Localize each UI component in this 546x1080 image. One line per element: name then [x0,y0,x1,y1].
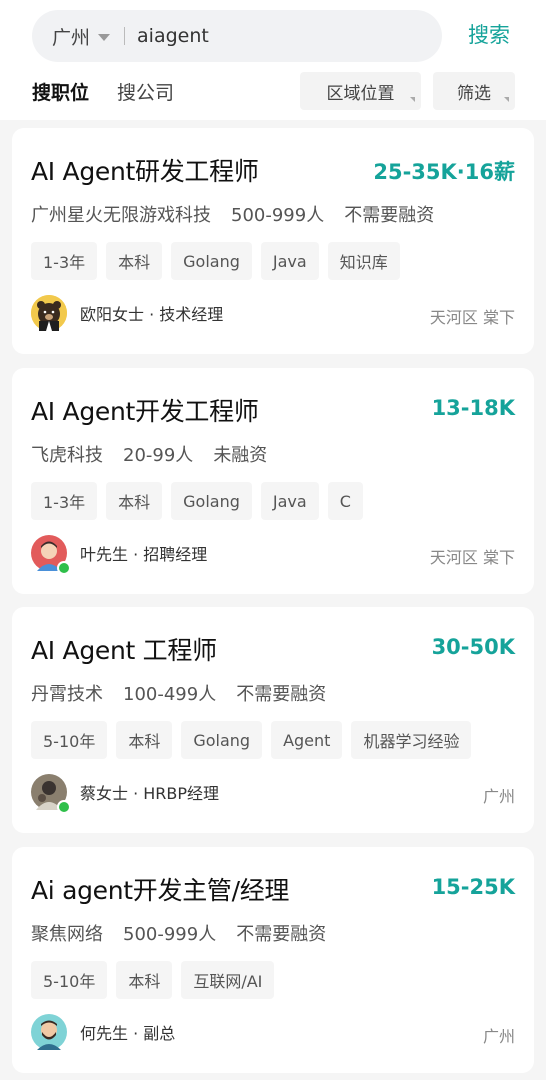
company-info: 聚焦网络 500-999人 不需要融资 [31,920,326,946]
company-name: 丹霄技术 [31,684,103,705]
company-funding: 不需要融资 [236,924,327,945]
job-location: 广州 [482,1027,515,1046]
corner-arrow-icon [504,97,509,102]
job-tag: Golang [171,242,252,280]
person-avatar-icon [31,535,71,575]
recruiter: 叶先生 · 招聘经理 [31,535,208,575]
city-selector[interactable]: 广州 [52,23,90,50]
company-size: 100-499人 [123,684,217,705]
job-salary: 15-25K [431,875,515,899]
search-tabs: 搜职位 搜公司 [32,78,174,105]
job-tag: Agent [271,721,343,759]
company-size: 500-999人 [231,205,325,226]
company-size: 20-99人 [123,445,194,466]
company-info: 丹霄技术 100-499人 不需要融资 [31,680,326,706]
filter-button[interactable]: 筛选 [433,72,515,110]
tab-positions[interactable]: 搜职位 [32,78,89,105]
company-funding: 未融资 [213,445,268,466]
job-tags: 5-10年 本科 Golang Agent 机器学习经验 [31,721,480,759]
company-funding: 不需要融资 [344,205,435,226]
recruiter-name: 叶先生 · 招聘经理 [80,545,208,564]
job-tag: 5-10年 [31,961,108,999]
job-card[interactable]: Ai agent开发主管/经理 15-25K 聚焦网络 500-999人 不需要融资… [12,847,534,1073]
company-funding: 不需要融资 [236,684,327,705]
job-tag: Golang [171,482,252,520]
job-tag: 本科 [116,961,173,999]
job-salary: 13-18K [431,396,515,420]
online-status-icon [57,800,71,814]
header: 广州 aiagent 搜索 搜职位 搜公司 区域位置 筛选 [0,0,546,120]
job-tag: 知识库 [327,242,400,280]
job-salary: 25-35K·16薪 [373,160,515,184]
company-name: 广州星火无限游戏科技 [31,205,211,226]
company-name: 飞虎科技 [31,445,103,466]
job-tag: 机器学习经验 [351,721,472,759]
search-divider [124,27,126,45]
corner-arrow-icon [410,97,415,102]
job-tag: 1-3年 [31,482,98,520]
job-title: AI Agent 工程师 [31,636,217,665]
tab-companies[interactable]: 搜公司 [117,78,174,105]
job-location: 天河区 棠下 [429,308,515,327]
photo-avatar-icon [31,774,71,814]
job-card[interactable]: AI Agent研发工程师 25-35K·16薪 广州星火无限游戏科技 500-9… [12,128,534,354]
area-filter-button[interactable]: 区域位置 [300,72,421,110]
search-button[interactable]: 搜索 [468,19,510,49]
job-title: AI Agent开发工程师 [31,397,259,426]
job-tag: 本科 [106,482,163,520]
job-location: 天河区 棠下 [429,548,515,567]
chevron-down-icon[interactable] [98,33,111,41]
search-input[interactable]: aiagent [137,25,209,47]
company-size: 500-999人 [123,924,217,945]
area-filter-label: 区域位置 [326,83,395,104]
job-title: AI Agent研发工程师 [31,157,259,186]
search-box[interactable]: 广州 aiagent [32,10,442,62]
company-name: 聚焦网络 [31,924,103,945]
job-tag: 本科 [106,242,163,280]
job-tag: Java [260,482,319,520]
job-location: 广州 [482,787,515,806]
job-salary: 30-50K [431,635,515,659]
job-tag: Golang [181,721,263,759]
job-tag: 互联网/AI [181,961,275,999]
job-tag: 本科 [116,721,173,759]
recruiter: 何先生 · 副总 [31,1014,175,1050]
recruiter-name: 何先生 · 副总 [80,1024,176,1043]
company-info: 广州星火无限游戏科技 500-999人 不需要融资 [31,201,434,227]
bearded-avatar-icon [31,1014,67,1050]
job-card[interactable]: AI Agent开发工程师 13-18K 飞虎科技 20-99人 未融资 1-3年 … [12,368,534,594]
recruiter: 蔡女士 · HRBP经理 [31,774,220,814]
job-tag: C [327,482,363,520]
job-tags: 1-3年 本科 Golang Java C [31,482,372,520]
job-tags: 1-3年 本科 Golang Java 知识库 [31,242,409,280]
job-title: Ai agent开发主管/经理 [31,876,290,905]
recruiter-name: 欧阳女士 · 技术经理 [80,305,224,324]
job-card[interactable]: AI Agent 工程师 30-50K 丹霄技术 100-499人 不需要融资 5-… [12,607,534,833]
job-tag: Java [260,242,319,280]
job-tag: 5-10年 [31,721,108,759]
online-status-icon [57,561,71,575]
filter-label: 筛选 [457,83,491,104]
job-tag: 1-3年 [31,242,98,280]
job-tags: 5-10年 本科 互联网/AI [31,961,283,999]
recruiter-name: 蔡女士 · HRBP经理 [80,784,220,803]
company-info: 飞虎科技 20-99人 未融资 [31,441,267,467]
recruiter: 欧阳女士 · 技术经理 [31,295,223,331]
bear-avatar-icon [31,295,67,331]
